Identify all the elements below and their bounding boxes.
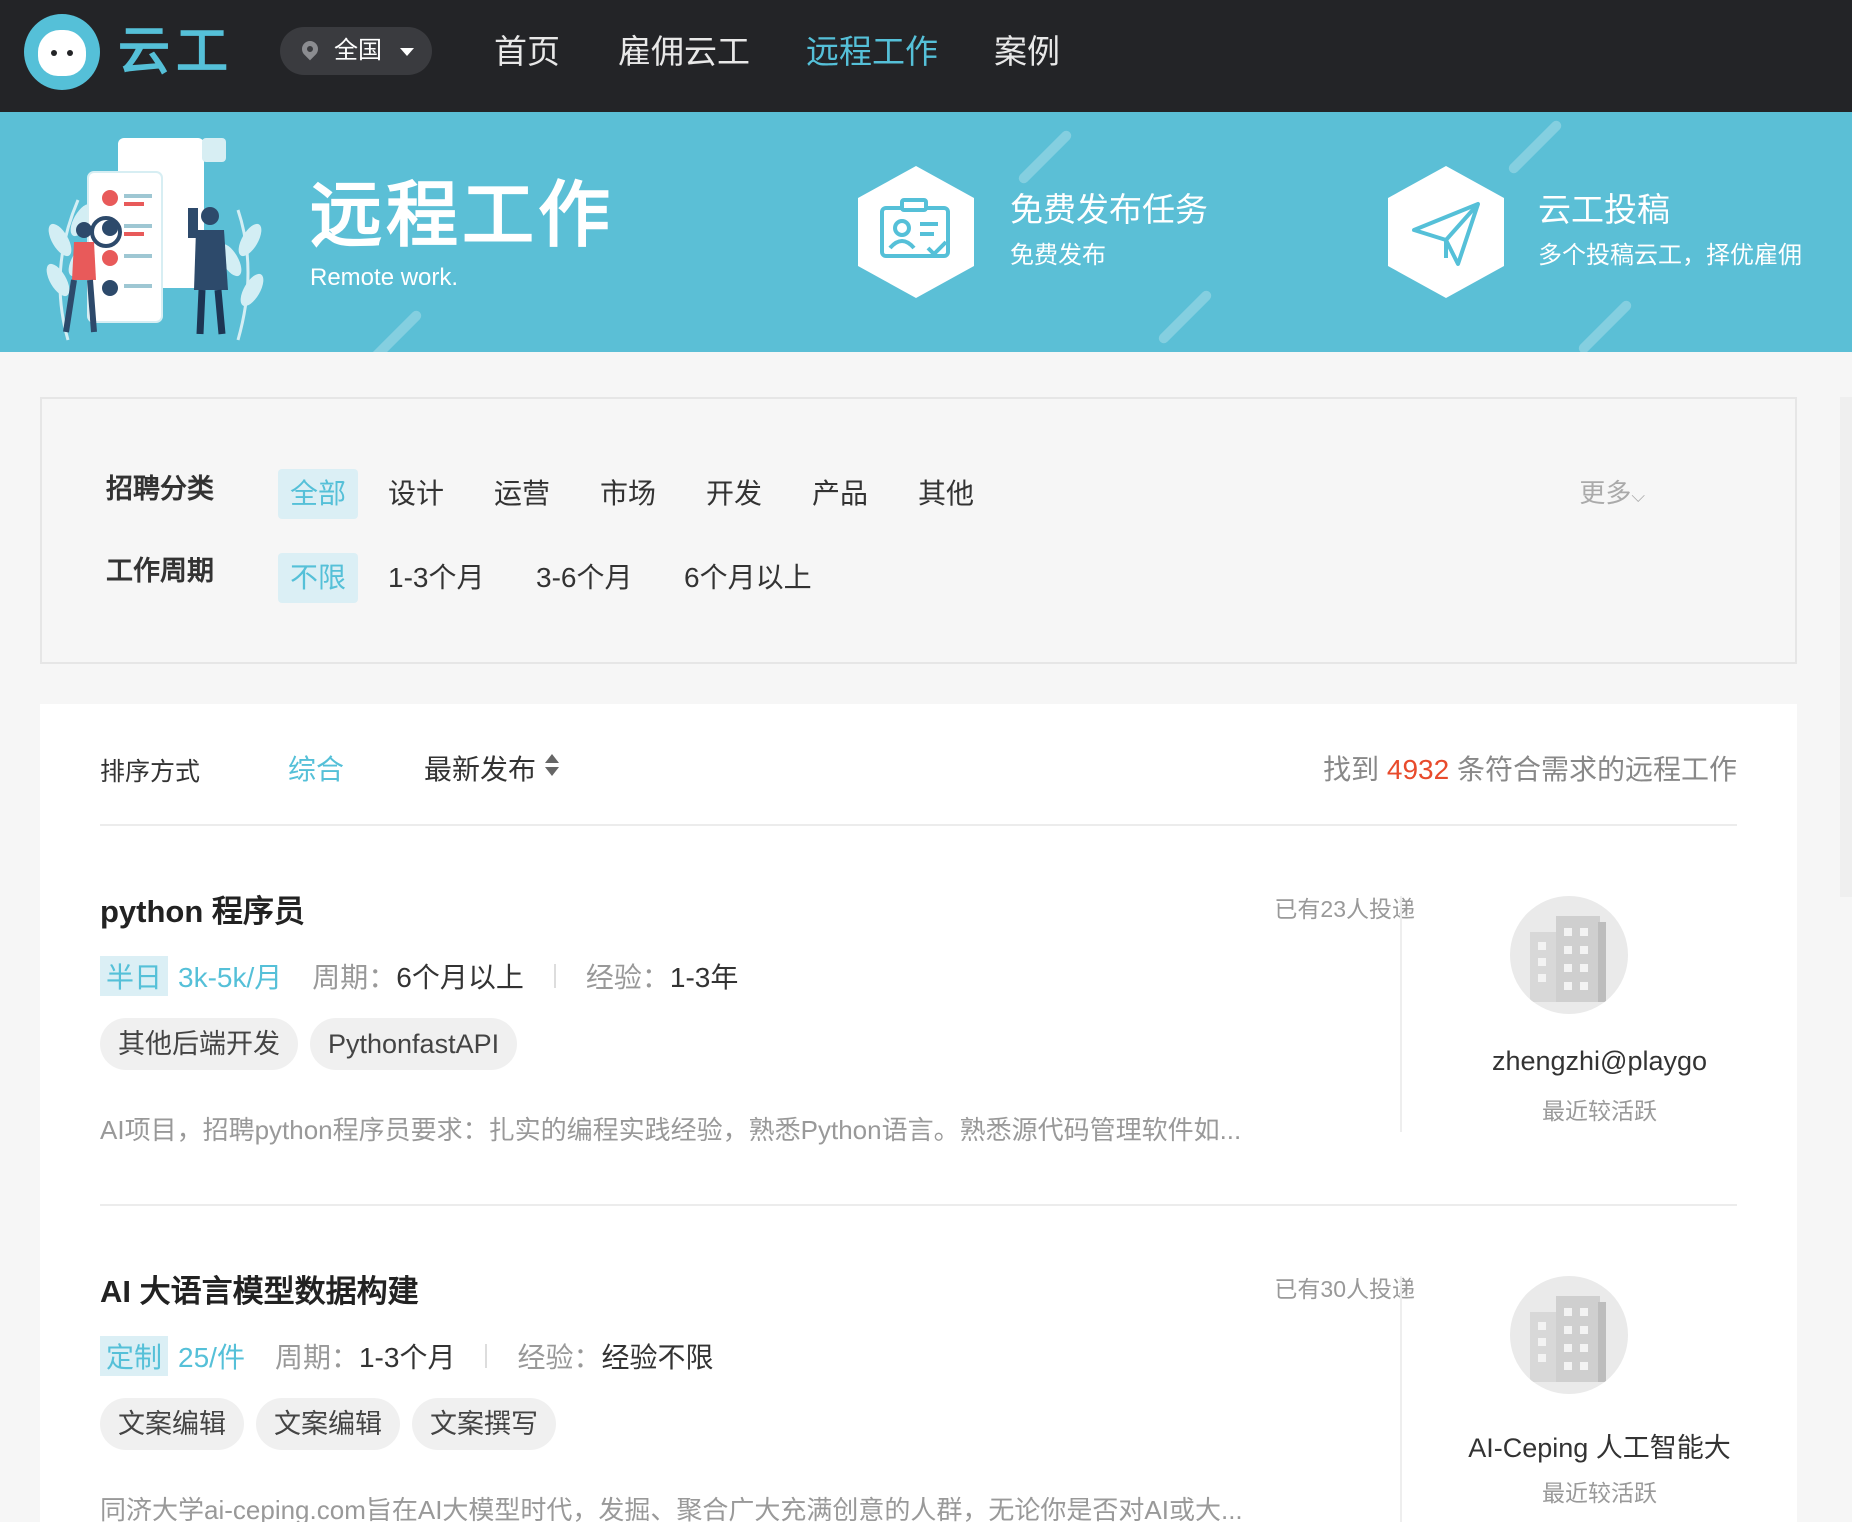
job-description[interactable]: 同济大学ai-ceping.com旨在AI大模型时代，发掘、聚合广大充满创意的人… xyxy=(100,1490,1340,1522)
job-meta: 半日 3k-5k/月 周期： 6个月以上 经验： 1-3年 xyxy=(100,956,738,996)
category-filter-label: 招聘分类 xyxy=(106,474,214,504)
job-period: 1-3个月 xyxy=(358,1342,456,1373)
hero-banner: 远程工作 Remote work. 免费发布任务 免费发布 云工投稿 多个投稿云… xyxy=(0,112,1852,352)
logo-icon[interactable] xyxy=(24,14,100,90)
top-nav: 云工 全国 首页 雇佣云工 远程工作 案例 xyxy=(0,0,1852,112)
result-count-number: 4932 xyxy=(1386,754,1450,785)
job-tag[interactable]: PythonfastAPI xyxy=(310,1018,518,1070)
feature-submit-sub: 多个投稿云工，择优雇佣 xyxy=(1538,242,1802,269)
divider xyxy=(100,824,1737,826)
job-tag[interactable]: 文案撰写 xyxy=(412,1398,556,1450)
job-type-badge: 定制 xyxy=(100,1336,169,1376)
company-avatar[interactable] xyxy=(1510,896,1628,1014)
company-avatar[interactable] xyxy=(1510,1276,1628,1394)
feature-submit-title[interactable]: 云工投稿 xyxy=(1538,190,1670,230)
job-period-label: 周期： xyxy=(274,1342,359,1373)
period-option-6m-plus[interactable]: 6个月以上 xyxy=(672,553,824,603)
category-option-marketing[interactable]: 市场 xyxy=(588,469,668,519)
sort-option-overall[interactable]: 综合 xyxy=(288,748,344,788)
job-tag[interactable]: 文案编辑 xyxy=(256,1398,400,1450)
job-meta: 定制 25/件 周期： 1-3个月 经验： 经验不限 xyxy=(100,1336,713,1376)
scrollbar-track[interactable] xyxy=(1840,397,1852,897)
sort-label: 排序方式 xyxy=(100,758,201,786)
job-title[interactable]: AI 大语言模型数据构建 xyxy=(100,1266,419,1311)
job-period: 6个月以上 xyxy=(396,962,524,993)
feature-publish-title[interactable]: 免费发布任务 xyxy=(1010,190,1208,230)
more-filters-button[interactable]: 更多⌵ xyxy=(1579,473,1645,510)
building-icon xyxy=(1530,1296,1606,1382)
job-type-badge: 半日 xyxy=(100,956,169,996)
job-exp-label: 经验： xyxy=(585,962,670,993)
job-applied-count: 已有23人投递 xyxy=(1274,896,1415,922)
job-list: 排序方式 综合 最新发布 找到 4932 条符合需求的远程工作 python 程… xyxy=(40,704,1797,1522)
category-option-product[interactable]: 产品 xyxy=(800,469,880,519)
nav-item-hire[interactable]: 雇佣云工 xyxy=(618,28,750,76)
job-price: 3k-5k/月 xyxy=(178,962,283,993)
result-count-prefix: 找到 xyxy=(1323,754,1380,785)
banner-title: 远程工作 xyxy=(310,176,615,256)
period-filter-label: 工作周期 xyxy=(106,556,214,586)
job-applied-count: 已有30人投递 xyxy=(1274,1276,1415,1302)
divider xyxy=(100,1204,1737,1206)
id-card-icon[interactable] xyxy=(856,164,976,300)
map-pin-icon xyxy=(298,37,322,61)
more-filters-label: 更多 xyxy=(1579,478,1632,508)
category-option-operations[interactable]: 运营 xyxy=(482,469,562,519)
feature-publish-sub: 免费发布 xyxy=(1010,242,1106,269)
job-tags: 其他后端开发 PythonfastAPI xyxy=(100,1018,518,1070)
job-description[interactable]: AI项目，招聘python程序员要求：扎实的编程实践经验，熟悉Python语言。… xyxy=(100,1110,1340,1147)
job-title[interactable]: python 程序员 xyxy=(100,886,305,931)
result-count: 找到 4932 条符合需求的远程工作 xyxy=(1323,748,1737,788)
location-selector[interactable]: 全国 xyxy=(280,27,432,75)
location-label: 全国 xyxy=(334,37,382,64)
result-count-suffix: 条符合需求的远程工作 xyxy=(1456,754,1737,785)
category-option-design[interactable]: 设计 xyxy=(376,469,456,519)
sort-option-latest[interactable]: 最新发布 xyxy=(424,748,536,788)
remote-work-illustration xyxy=(46,138,264,341)
period-option-any[interactable]: 不限 xyxy=(278,553,359,603)
job-exp: 1-3年 xyxy=(669,962,739,993)
job-tags: 文案编辑 文案编辑 文案撰写 xyxy=(100,1398,556,1450)
job-period-label: 周期： xyxy=(312,962,397,993)
chevron-down-icon xyxy=(400,48,414,56)
job-exp: 经验不限 xyxy=(601,1342,714,1373)
chevron-down-icon: ⌵ xyxy=(1631,486,1645,506)
logo-text[interactable]: 云工 xyxy=(118,20,234,84)
nav-item-home[interactable]: 首页 xyxy=(494,28,560,76)
company-name[interactable]: AI-Ceping 人工智能大 xyxy=(1402,1426,1797,1465)
job-price: 25/件 xyxy=(178,1342,245,1373)
company-activity: 最近较活跃 xyxy=(1542,1098,1657,1124)
banner-subtitle: Remote work. xyxy=(310,264,459,291)
sort-arrows-icon[interactable] xyxy=(545,754,559,778)
period-option-3-6m[interactable]: 3-6个月 xyxy=(524,553,644,603)
period-option-1-3m[interactable]: 1-3个月 xyxy=(376,553,496,603)
building-icon xyxy=(1530,916,1606,1002)
filter-panel: 招聘分类 全部 设计 运营 市场 开发 产品 其他 更多⌵ 工作周期 不限 1-… xyxy=(40,397,1797,664)
company-name[interactable]: zhengzhi@playgo xyxy=(1402,1046,1797,1077)
category-option-other[interactable]: 其他 xyxy=(906,469,986,519)
job-tag[interactable]: 其他后端开发 xyxy=(100,1018,298,1070)
job-tag[interactable]: 文案编辑 xyxy=(100,1398,244,1450)
paper-plane-icon[interactable] xyxy=(1386,164,1506,300)
nav-item-remote-work[interactable]: 远程工作 xyxy=(806,28,938,76)
category-option-development[interactable]: 开发 xyxy=(694,469,774,519)
job-exp-label: 经验： xyxy=(517,1342,602,1373)
category-option-all[interactable]: 全部 xyxy=(278,469,359,519)
nav-item-cases[interactable]: 案例 xyxy=(994,28,1060,76)
company-activity: 最近较活跃 xyxy=(1542,1480,1657,1506)
